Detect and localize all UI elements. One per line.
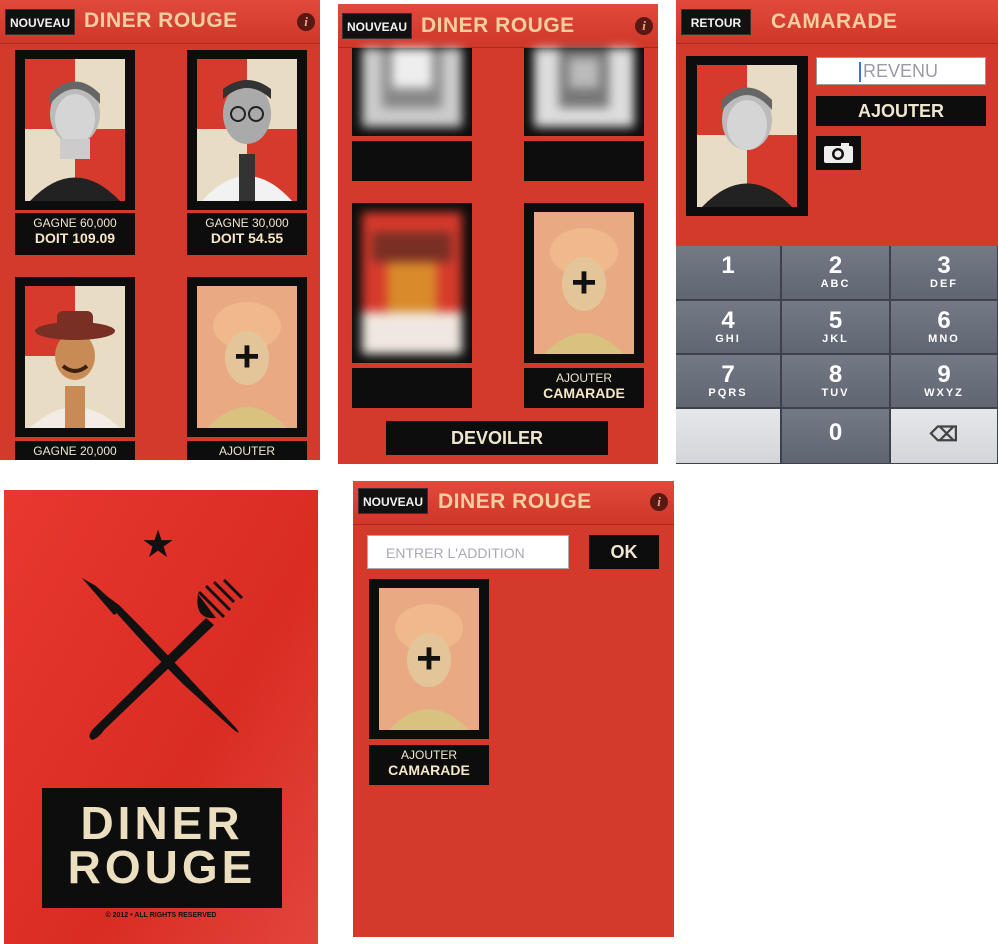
add-comrade-card[interactable]: + <box>369 579 489 739</box>
add-button[interactable]: AJOUTER <box>816 96 986 126</box>
hidden-label <box>352 368 472 408</box>
key-blank <box>676 409 781 464</box>
plus-icon: + <box>234 332 260 381</box>
add-comrade-card[interactable]: + <box>187 277 307 437</box>
logo-line-2: ROUGE <box>67 841 257 893</box>
comrade-label: GAGNE 30,000 DOIT 54.55 <box>187 213 307 255</box>
top-bar: RETOUR CAMARADE <box>676 0 998 44</box>
plus-icon: + <box>571 258 597 307</box>
text-cursor <box>859 62 861 82</box>
info-icon[interactable]: i <box>650 493 668 511</box>
comrade-card[interactable] <box>524 48 644 136</box>
pixelated-photo <box>362 212 462 354</box>
logo-line-1: DINER <box>80 797 244 849</box>
key-1[interactable]: 1 <box>676 246 781 300</box>
screen-add-comrade: RETOUR CAMARADE REVENU AJOUTER 1 2 ABC 3… <box>676 0 998 464</box>
app-title: DINER ROUGE <box>438 490 592 513</box>
app-title: DINER ROUGE <box>84 9 238 32</box>
nouveau-button[interactable]: NOUVEAU <box>342 13 412 39</box>
comrade-label: GAGNE 20,000 <box>15 441 135 460</box>
key-4[interactable]: 4 GHI <box>676 301 781 354</box>
key-9[interactable]: 9 WXYZ <box>891 355 998 408</box>
backspace-icon: ⌫ <box>929 424 959 446</box>
ok-button[interactable]: OK <box>589 535 659 569</box>
income-text: GAGNE 60,000 <box>33 216 117 230</box>
comrade-label: GAGNE 60,000 DOIT 109.09 <box>15 213 135 255</box>
pixelated-photo <box>362 48 462 127</box>
placeholder-photo: + <box>534 212 634 354</box>
nouveau-button[interactable]: NOUVEAU <box>358 488 428 514</box>
splash-screen: ★ DINER ROUGE © 2012 • ALL RIGHTS RESERV… <box>4 490 318 944</box>
nouveau-button[interactable]: NOUVEAU <box>5 9 75 35</box>
copyright-text: © 2012 • ALL RIGHTS RESERVED <box>105 912 217 919</box>
add-text: AJOUTER <box>218 444 275 458</box>
comrade-photo <box>696 65 798 207</box>
pixelated-photo <box>534 48 634 127</box>
screen-reveal: NOUVEAU DINER ROUGE i + AJOUTER CAMARADE… <box>338 4 658 464</box>
app-title: DINER ROUGE <box>421 14 575 37</box>
comrade-card[interactable] <box>15 277 135 437</box>
comrade-card[interactable] <box>686 56 808 216</box>
add-label[interactable]: AJOUTER CAMARADE <box>524 368 644 408</box>
info-icon[interactable]: i <box>297 13 315 31</box>
camera-icon <box>824 143 853 163</box>
screen-main-list: NOUVEAU DINER ROUGE i GAGNE 60,000 DOIT … <box>0 0 320 460</box>
key-0[interactable]: 0 <box>782 409 890 464</box>
reveal-button[interactable]: DEVOILER <box>386 421 608 455</box>
comrade-card[interactable] <box>187 50 307 210</box>
income-text: GAGNE 20,000 <box>33 444 117 458</box>
bill-placeholder: ENTRER L'ADDITION <box>386 545 525 561</box>
owed-text: DOIT 54.55 <box>210 230 284 246</box>
hidden-label <box>352 141 472 181</box>
star-icon: ★ <box>141 524 176 566</box>
add-line2: CAMARADE <box>388 762 470 778</box>
placeholder-photo: + <box>197 286 297 428</box>
crossed-knife-fork-icon <box>82 578 244 740</box>
income-placeholder: REVENU <box>863 61 939 81</box>
comrade-card[interactable] <box>352 48 472 136</box>
bill-input[interactable]: ENTRER L'ADDITION <box>367 535 569 569</box>
hidden-label <box>524 141 644 181</box>
camera-button[interactable] <box>816 136 861 170</box>
add-line1: AJOUTER <box>555 371 612 385</box>
owed-text: DOIT 109.09 <box>34 230 116 246</box>
comrade-photo <box>25 286 125 428</box>
income-text: GAGNE 30,000 <box>205 216 289 230</box>
back-button[interactable]: RETOUR <box>681 9 751 35</box>
numeric-keypad: 1 2 ABC 3 DEF 4 GHI 5 JKL 6 MNO 7 PQRS 8 TUV 9W… <box>676 246 998 464</box>
info-icon[interactable]: i <box>635 17 653 35</box>
key-2[interactable]: 2 ABC <box>782 246 890 300</box>
logo-block: DINER ROUGE <box>42 788 282 908</box>
income-input[interactable]: REVENU <box>816 57 986 85</box>
key-6[interactable]: 6 MNO <box>891 301 998 354</box>
placeholder-photo: + <box>379 588 479 730</box>
comrade-photo <box>197 59 297 201</box>
key-5[interactable]: 5 JKL <box>782 301 890 354</box>
add-comrade-card[interactable]: + <box>524 203 644 363</box>
top-bar: NOUVEAU DINER ROUGE i <box>353 481 674 525</box>
screen-title: CAMARADE <box>771 10 898 33</box>
backspace-key[interactable]: ⌫ <box>891 409 998 464</box>
comrade-card[interactable] <box>15 50 135 210</box>
add-label[interactable]: AJOUTER CAMARADE <box>369 745 489 785</box>
screen-bill: NOUVEAU DINER ROUGE i ENTRER L'ADDITION … <box>353 481 674 937</box>
key-7[interactable]: 7 PQRS <box>676 355 781 408</box>
plus-icon: + <box>416 634 442 683</box>
top-bar: NOUVEAU DINER ROUGE i <box>0 0 320 44</box>
key-3[interactable]: 3 DEF <box>891 246 998 300</box>
comrade-photo <box>25 59 125 201</box>
comrade-card[interactable] <box>352 203 472 363</box>
top-bar: NOUVEAU DINER ROUGE i <box>338 4 658 48</box>
key-8[interactable]: 8 TUV <box>782 355 890 408</box>
add-label: AJOUTER <box>187 441 307 460</box>
add-line1: AJOUTER <box>400 748 457 762</box>
add-line2: CAMARADE <box>543 385 625 401</box>
